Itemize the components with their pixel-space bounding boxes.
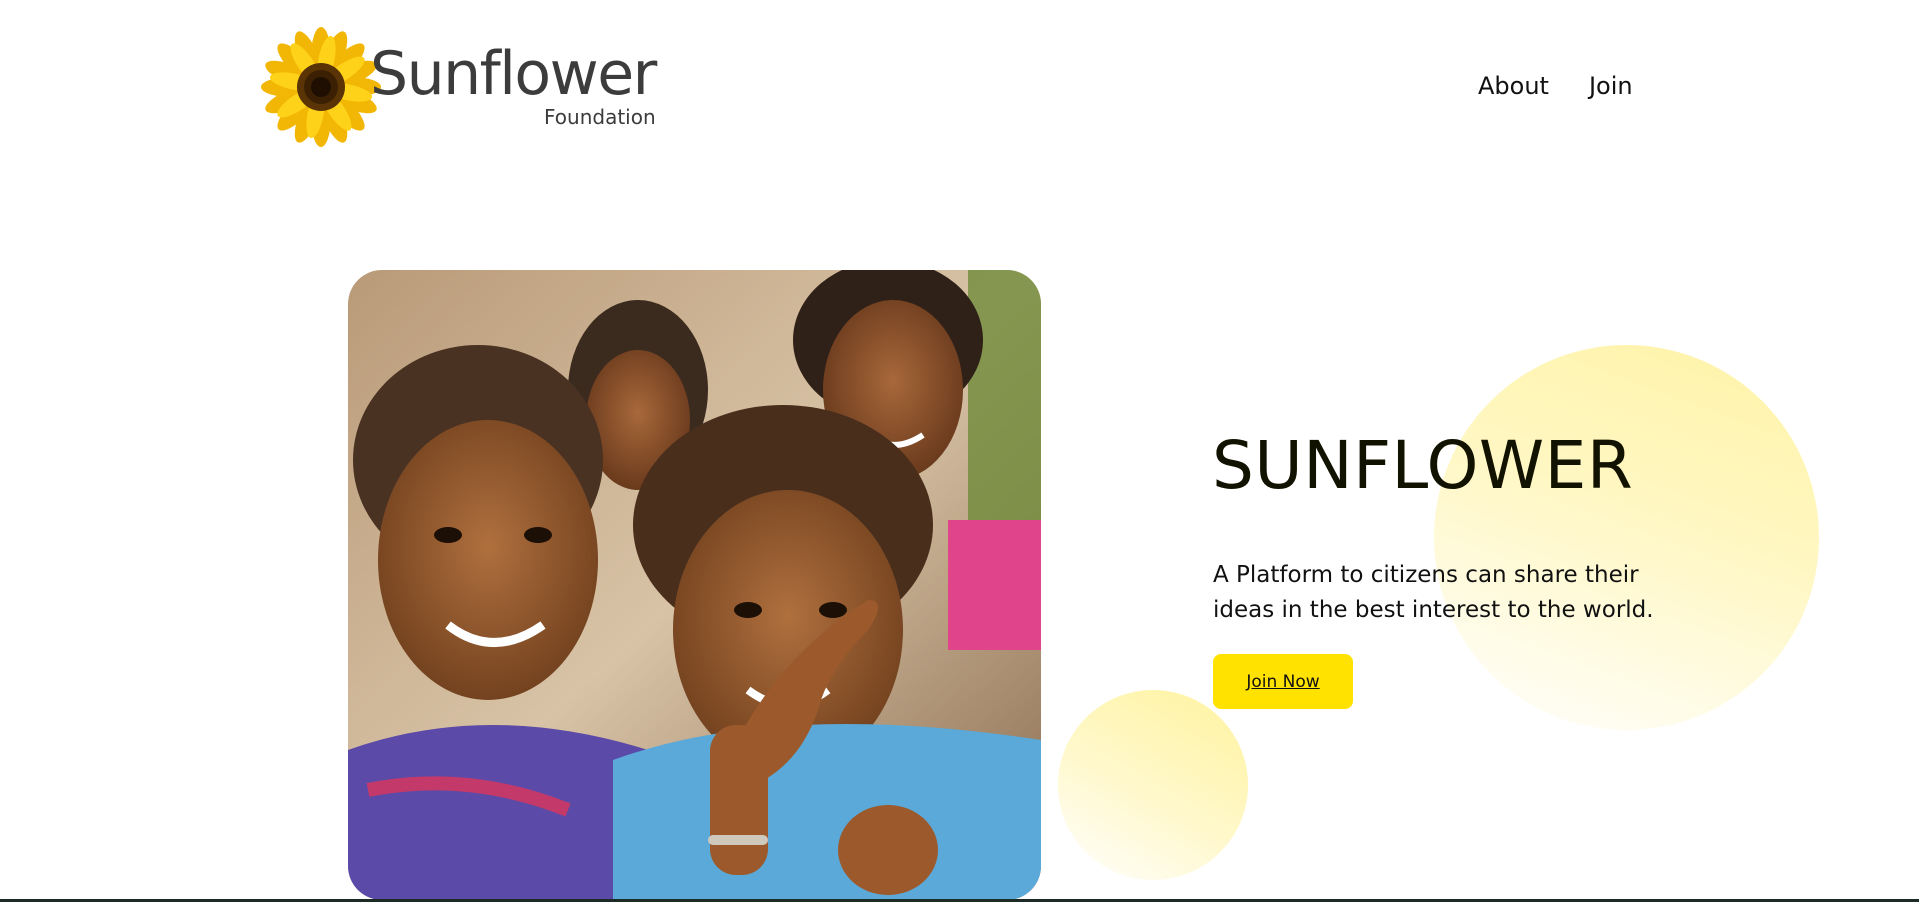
hero-description: A Platform to citizens can share their i… xyxy=(1213,562,1654,623)
logo-subtitle: Foundation xyxy=(544,105,656,129)
nav-link-about[interactable]: About xyxy=(1478,72,1549,100)
join-now-button[interactable]: Join Now xyxy=(1213,654,1353,709)
logo-wordmark: Sunflower xyxy=(370,39,657,109)
sunflower-icon xyxy=(261,27,381,147)
logo-link[interactable]: Sunflower Foundation xyxy=(258,24,668,150)
hero-photo xyxy=(348,270,1041,900)
main-nav: About Join xyxy=(1478,72,1633,100)
children-photo-illustration xyxy=(348,270,1041,900)
decorative-blob-large xyxy=(1434,345,1819,730)
decorative-blob-small xyxy=(1058,690,1248,880)
page: Sunflower Foundation About Join SUNFLOWE… xyxy=(0,0,1919,902)
hero-title: SUNFLOWER xyxy=(1212,427,1634,504)
nav-link-join[interactable]: Join xyxy=(1589,72,1633,100)
